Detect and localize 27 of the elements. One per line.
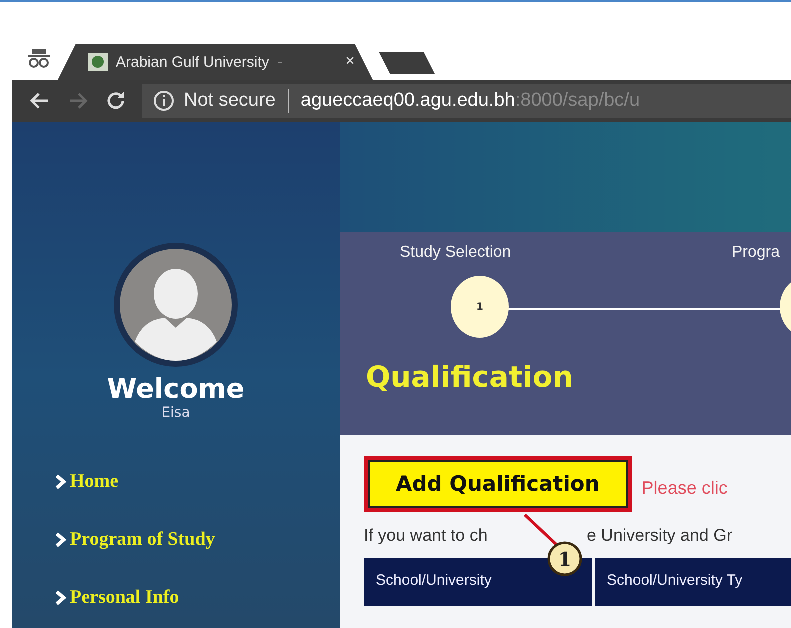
hint-text: Please clic [642,478,728,498]
close-tab-button[interactable]: × [346,53,355,71]
sidebar-nav-link[interactable]: Home [54,471,340,493]
section-heading: Qualification [366,360,574,394]
step-circle: 1 [451,276,509,338]
security-label: Not secure [184,90,276,112]
browser-tab[interactable]: Arabian Gulf University - × [58,44,373,80]
favicon-icon [88,53,108,71]
step-label: Progra [732,244,780,262]
user-name: Eisa [162,405,190,421]
welcome-title: Welcome [107,374,245,405]
note-text: e University and Gr [587,526,732,546]
avatar-silhouette-icon [113,242,239,368]
url-path: :8000/sap/bc/u [515,90,640,112]
chevron-icon [54,532,68,548]
chevron-icon [54,590,68,606]
url-host: agueccaeq00.agu.edu.bh [300,90,516,112]
chevron-icon [54,474,68,490]
step-label: Study Selection [400,244,512,262]
sidebar-nav-link[interactable]: Program of Study [54,529,340,551]
sidebar-nav-link[interactable]: Personal Info [54,587,340,609]
note-text: If you want to ch [364,526,488,545]
tab-title: Arabian Gulf University [116,54,270,70]
address-bar[interactable]: Not secure agueccaeq00.agu.edu.bh:8000/sap/bc/u [142,84,791,118]
info-icon [152,89,176,113]
table-header-cell: School/University Ty [595,558,791,606]
tab-title-separator: - [277,53,283,71]
